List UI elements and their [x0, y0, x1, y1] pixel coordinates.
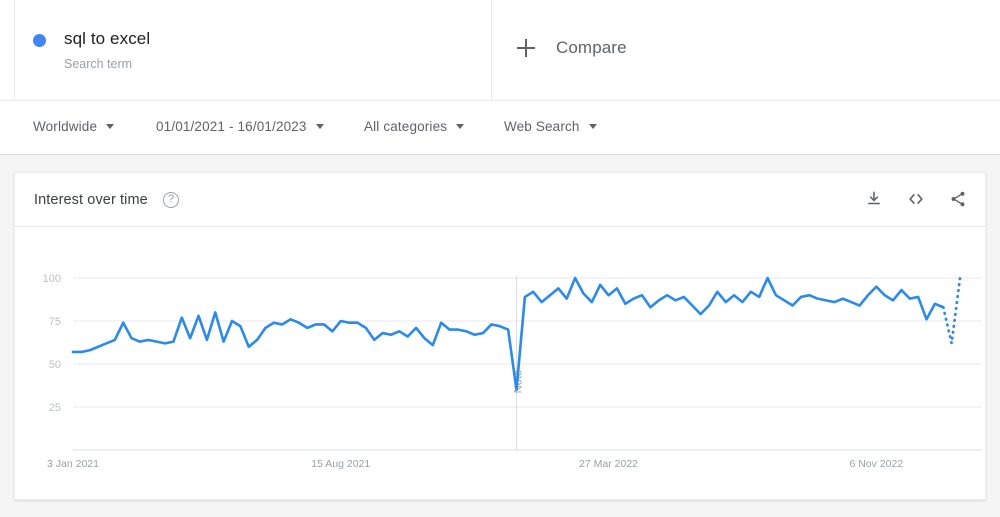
- download-icon[interactable]: [862, 187, 886, 211]
- plus-icon: [517, 39, 535, 57]
- filter-date-range-label: 01/01/2021 - 16/01/2023: [156, 119, 307, 134]
- filter-region-label: Worldwide: [33, 119, 98, 134]
- x-axis-tick-label: 3 Jan 2021: [47, 458, 99, 470]
- x-axis-tick-label: 6 Nov 2022: [849, 458, 903, 470]
- search-term-card[interactable]: sql to excel Search term: [14, 0, 491, 100]
- interest-over-time-card: Interest over time ? 25 50 75 100 3 Jan …: [14, 172, 986, 500]
- interest-over-time-chart[interactable]: 25 50 75 100 3 Jan 2021 15 Aug 2021 27 Mar 202…: [15, 227, 985, 499]
- card-title: Interest over time: [34, 192, 148, 208]
- card-actions: [862, 187, 970, 211]
- share-icon[interactable]: [946, 187, 970, 211]
- filter-category-label: All categories: [364, 119, 448, 134]
- filter-region[interactable]: Worldwide: [33, 119, 115, 134]
- chevron-down-icon: [456, 124, 465, 129]
- y-axis-tick-label: 50: [49, 359, 61, 371]
- help-icon[interactable]: ?: [163, 192, 179, 208]
- y-axis-tick-label: 100: [43, 273, 61, 285]
- chart-area[interactable]: 25 50 75 100 3 Jan 2021 15 Aug 2021 27 Mar 202…: [15, 227, 985, 499]
- compare-button[interactable]: Compare: [517, 38, 627, 58]
- chevron-down-icon: [315, 124, 324, 129]
- y-axis-tick-label: 75: [49, 316, 61, 328]
- series-color-dot: [33, 34, 46, 47]
- filter-category[interactable]: All categories: [364, 119, 465, 134]
- chevron-down-icon: [588, 124, 597, 129]
- compare-label: Compare: [556, 38, 627, 57]
- series-line-partial-data[interactable]: [941, 276, 962, 344]
- chevron-down-icon: [106, 124, 115, 129]
- card-header: Interest over time ?: [15, 173, 985, 227]
- search-terms-bar: sql to excel Search term Compare: [0, 0, 1000, 101]
- filter-search-type-label: Web Search: [504, 119, 580, 134]
- y-axis-tick-label: 25: [49, 402, 61, 414]
- filter-date-range[interactable]: 01/01/2021 - 16/01/2023: [156, 119, 324, 134]
- filter-bar: Worldwide 01/01/2021 - 16/01/2023 All ca…: [0, 101, 1000, 155]
- x-axis-tick-label: 15 Aug 2021: [311, 458, 370, 470]
- compare-card[interactable]: Compare: [491, 0, 986, 100]
- series-line-sql-to-excel[interactable]: [71, 276, 945, 392]
- search-term-type: Search term: [64, 57, 133, 71]
- filter-search-type[interactable]: Web Search: [504, 119, 597, 134]
- embed-icon[interactable]: [904, 187, 928, 211]
- x-axis-tick-label: 27 Mar 2022: [579, 458, 638, 470]
- search-term-label: sql to excel: [64, 29, 151, 48]
